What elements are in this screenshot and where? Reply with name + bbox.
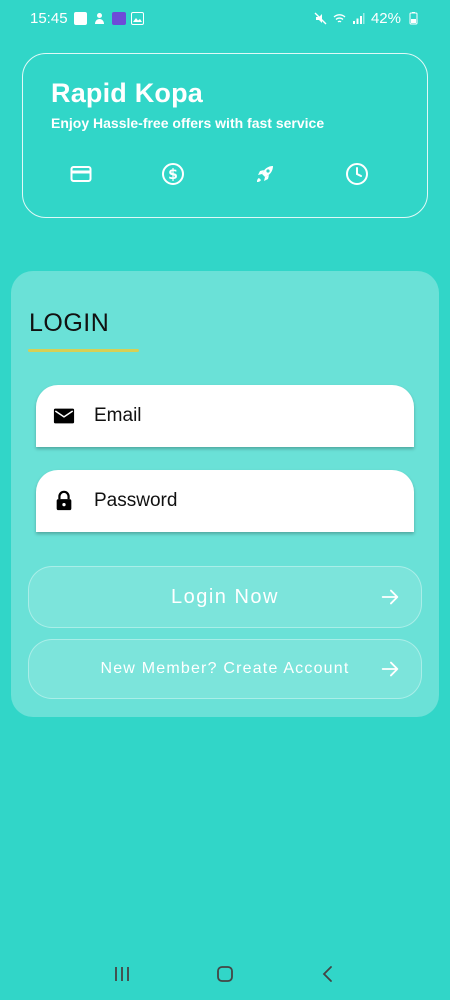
header-card: Rapid Kopa Enjoy Hassle-free offers with…: [22, 53, 428, 218]
email-icon: [52, 404, 76, 428]
app-subtitle: Enjoy Hassle-free offers with fast servi…: [51, 115, 325, 131]
create-account-label: New Member? Create Account: [100, 660, 350, 677]
card-icon: [69, 162, 93, 186]
battery-level: 42%: [370, 9, 401, 27]
wifi-icon: [333, 12, 346, 25]
email-input[interactable]: [94, 405, 384, 427]
rocket-icon: [253, 162, 277, 186]
signal-icon: [352, 12, 365, 25]
login-title-underline: [28, 349, 139, 352]
login-now-button[interactable]: Login Now: [28, 566, 422, 628]
status-time: 15:45: [30, 9, 68, 27]
status-bar: 15:45 42%: [0, 0, 450, 36]
arrow-right-icon: [379, 586, 401, 608]
arrow-right-icon: [379, 658, 401, 680]
login-now-label: Login Now: [170, 585, 279, 608]
back-icon[interactable]: [318, 964, 338, 984]
recent-apps-icon[interactable]: [112, 964, 132, 984]
status-right: 42%: [314, 10, 420, 27]
password-field[interactable]: [36, 470, 414, 532]
status-left: 15:45: [30, 10, 144, 27]
navigation-bar: [0, 948, 450, 1000]
dollar-icon: $: [161, 162, 185, 186]
app-notification-icon: [73, 11, 87, 25]
lock-icon: [52, 489, 76, 513]
app-title: Rapid Kopa: [51, 78, 204, 108]
password-input[interactable]: [94, 490, 384, 512]
feature-icons: $: [69, 162, 369, 186]
home-icon[interactable]: [215, 964, 235, 984]
login-title: LOGIN: [29, 309, 110, 337]
link-notification-icon: [111, 11, 126, 25]
login-card: LOGIN Login Now New Member? Create Accou…: [11, 271, 439, 717]
image-notification-icon: [130, 11, 144, 25]
person-notification-icon: [93, 12, 106, 25]
create-account-button[interactable]: New Member? Create Account: [28, 639, 422, 699]
battery-icon: [407, 11, 420, 25]
email-field[interactable]: [36, 385, 414, 447]
clock-icon: [345, 162, 369, 186]
mute-icon: [314, 12, 327, 25]
svg-text:$: $: [168, 167, 178, 183]
